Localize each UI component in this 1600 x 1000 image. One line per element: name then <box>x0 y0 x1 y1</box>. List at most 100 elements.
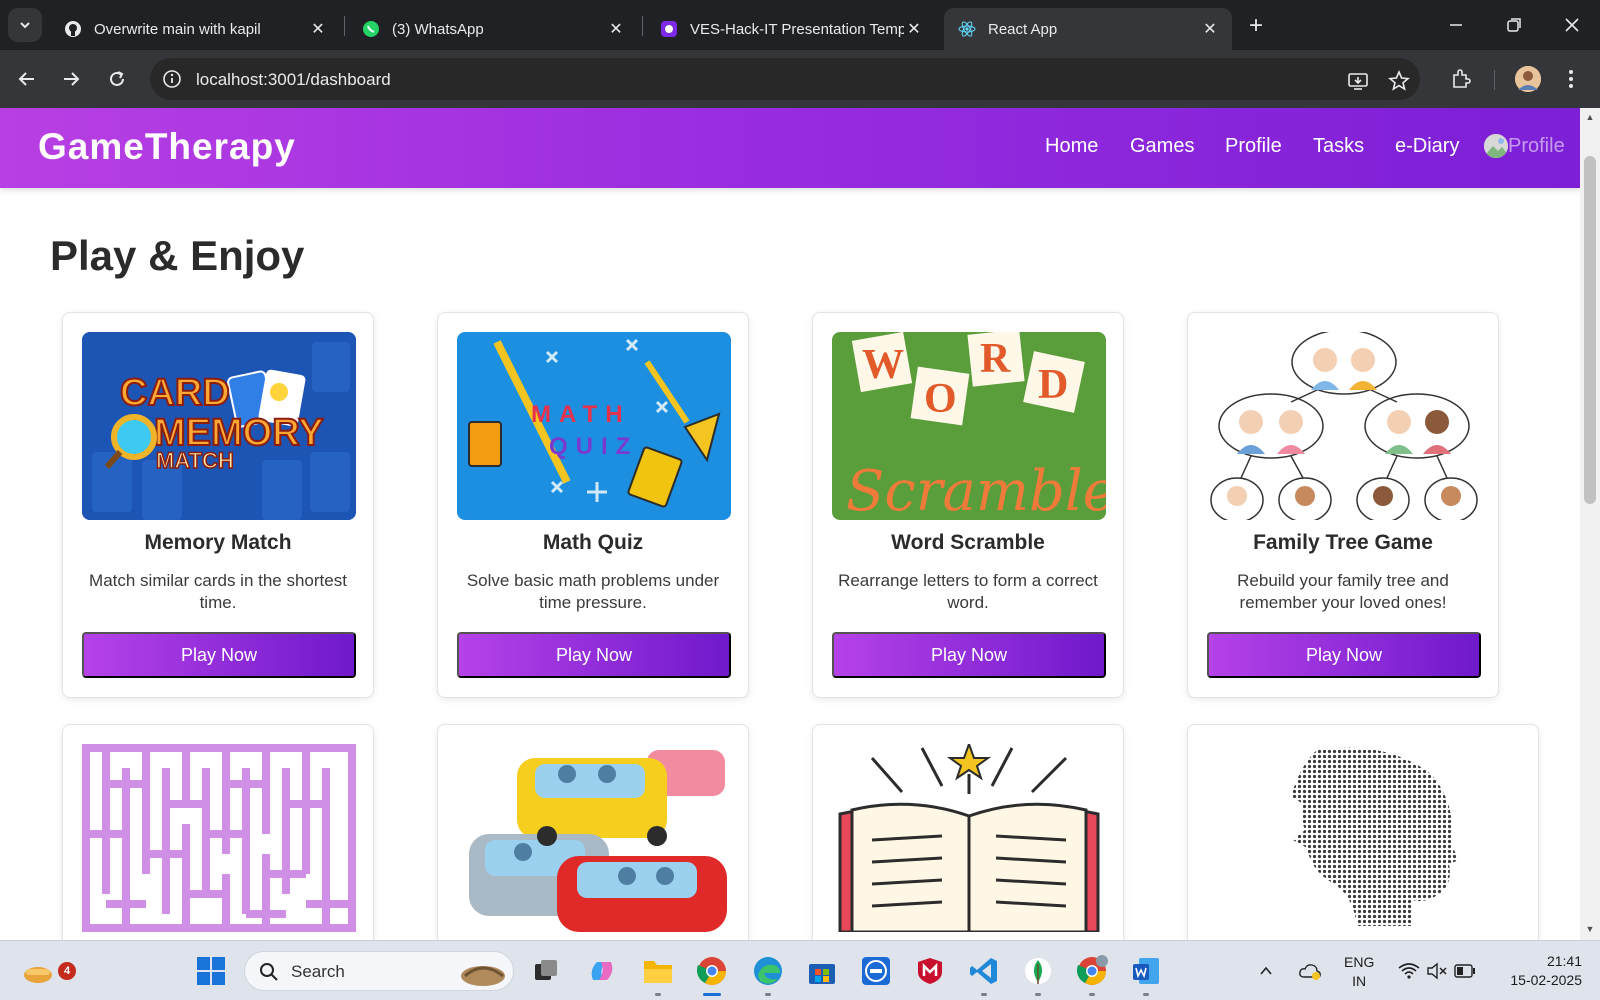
wifi-status-button[interactable] <box>1396 953 1422 989</box>
minimize-window-button[interactable] <box>1436 8 1476 42</box>
nav-home[interactable]: Home <box>1045 135 1098 158</box>
onedrive-status-button[interactable] <box>1296 953 1324 989</box>
active-indicator <box>703 993 721 996</box>
windows-logo-icon <box>197 957 225 985</box>
scroll-down-arrow-icon[interactable]: ▼ <box>1585 924 1595 934</box>
dell-button[interactable] <box>858 953 894 989</box>
user-avatar[interactable] <box>1484 134 1508 158</box>
search-placeholder: Search <box>291 962 345 981</box>
play-now-button[interactable]: Play Now <box>457 632 731 678</box>
site-info-icon[interactable] <box>162 69 182 89</box>
game-card-math-quiz: MATH QUIZ Math Quiz Solve basic math pro… <box>437 312 749 698</box>
more-vertical-icon <box>1569 70 1573 88</box>
vscode-button[interactable] <box>966 953 1002 989</box>
letter-o: O <box>924 376 957 422</box>
wifi-icon <box>1398 963 1420 979</box>
brand-logo[interactable]: GameTherapy <box>38 126 296 168</box>
address-bar[interactable]: localhost:3001/dashboard <box>150 58 1420 100</box>
browser-menu-button[interactable] <box>1558 66 1584 92</box>
close-icon <box>1565 18 1579 32</box>
nav-profile[interactable]: Profile <box>1225 135 1282 158</box>
game-title: Math Quiz <box>542 531 644 554</box>
notification-badge: 4 <box>58 962 76 980</box>
install-app-icon[interactable] <box>1347 70 1369 92</box>
microsoft-store-button[interactable] <box>804 953 840 989</box>
restore-icon <box>1507 18 1521 32</box>
scroll-up-arrow-icon[interactable]: ▲ <box>1585 112 1595 122</box>
game-description: Rebuild your family tree and remember yo… <box>1237 571 1449 612</box>
back-button[interactable] <box>12 64 42 94</box>
page-scrollbar[interactable]: ▲ ▼ <box>1580 108 1600 940</box>
tab-search-button[interactable] <box>8 8 42 42</box>
mongodb-compass-button[interactable] <box>1020 953 1056 989</box>
volume-status-button[interactable] <box>1424 953 1450 989</box>
clock[interactable]: 21:41 15-02-2025 <box>1496 952 1582 990</box>
profile-avatar[interactable] <box>1515 66 1541 92</box>
folder-icon <box>644 961 672 983</box>
extensions-icon[interactable] <box>1448 66 1474 92</box>
task-view-button[interactable] <box>528 953 564 989</box>
card-text: CARD <box>120 372 230 414</box>
scroll-thumb[interactable] <box>1584 156 1596 504</box>
tab-canva[interactable]: VES-Hack-IT Presentation Temp ✕ <box>646 8 936 50</box>
play-now-button[interactable]: Play Now <box>82 632 356 678</box>
start-button[interactable] <box>193 953 229 989</box>
page-title: Play & Enjoy <box>50 232 305 279</box>
show-hidden-icons-button[interactable] <box>1254 953 1278 989</box>
word-button[interactable] <box>1128 953 1164 989</box>
close-tab-icon[interactable]: ✕ <box>308 19 328 39</box>
search-highlight-pangolin-icon <box>461 966 505 986</box>
reload-button[interactable] <box>102 64 132 94</box>
dotted-head-image <box>1207 744 1481 932</box>
close-tab-icon[interactable]: ✕ <box>904 19 924 39</box>
chrome-taskbar-button[interactable] <box>694 953 730 989</box>
clock-time: 21:41 <box>1546 953 1582 969</box>
tab-separator <box>642 16 643 36</box>
edge-button[interactable] <box>750 953 786 989</box>
letter-r: R <box>980 336 1011 382</box>
running-indicator <box>1089 993 1095 996</box>
search-icon <box>260 963 278 981</box>
game-title: Word Scramble <box>891 531 1045 554</box>
volume-muted-icon <box>1427 962 1447 980</box>
close-window-button[interactable] <box>1552 8 1592 42</box>
new-tab-button[interactable]: + <box>1242 12 1270 40</box>
close-tab-icon[interactable]: ✕ <box>606 19 626 39</box>
avatar-icon <box>1515 66 1541 92</box>
nav-e-diary[interactable]: e-Diary <box>1395 135 1459 158</box>
word-scramble-image: W O R D Scramble <box>832 332 1106 520</box>
bookmark-star-icon[interactable] <box>1388 70 1410 92</box>
game-title: Family Tree Game <box>1253 531 1433 554</box>
tab-github[interactable]: Overwrite main with kapil ✕ <box>50 8 340 50</box>
play-now-button[interactable]: Play Now <box>1207 632 1481 678</box>
nav-games[interactable]: Games <box>1130 135 1194 158</box>
tab-title: (3) WhatsApp <box>392 20 484 38</box>
letter-w: W <box>862 342 904 388</box>
taskbar-search-box[interactable]: Search <box>244 951 514 991</box>
word-icon <box>1133 958 1159 984</box>
running-indicator <box>655 993 661 996</box>
nav-tasks[interactable]: Tasks <box>1313 135 1364 158</box>
widgets-button[interactable]: 4 <box>20 953 76 989</box>
close-tab-icon[interactable]: ✕ <box>1200 19 1220 39</box>
windows-taskbar: 4 Search ENG IN 21:41 15-02-2025 <box>0 940 1600 1000</box>
mcafee-button[interactable] <box>912 953 948 989</box>
address-url: localhost:3001/dashboard <box>196 70 391 89</box>
tab-whatsapp[interactable]: (3) WhatsApp ✕ <box>348 8 638 50</box>
copilot-button[interactable] <box>584 953 620 989</box>
tab-title: VES-Hack-IT Presentation Temp <box>690 20 904 38</box>
file-explorer-button[interactable] <box>640 953 676 989</box>
toolbar-separator <box>1494 70 1495 90</box>
math-text: MATH <box>531 401 631 428</box>
chrome-profile-button[interactable] <box>1074 953 1110 989</box>
browser-tab-strip: Overwrite main with kapil ✕ (3) WhatsApp… <box>0 0 1600 50</box>
input-language-indicator[interactable]: ENG IN <box>1344 953 1374 991</box>
math-quiz-image: MATH QUIZ <box>457 332 731 520</box>
arrow-right-icon <box>64 72 80 86</box>
clock-date: 15-02-2025 <box>1510 972 1582 988</box>
play-now-button[interactable]: Play Now <box>832 632 1106 678</box>
restore-window-button[interactable] <box>1494 8 1534 42</box>
forward-button[interactable] <box>56 64 86 94</box>
battery-status-button[interactable] <box>1452 953 1478 989</box>
tab-react-app[interactable]: React App ✕ <box>944 8 1232 50</box>
